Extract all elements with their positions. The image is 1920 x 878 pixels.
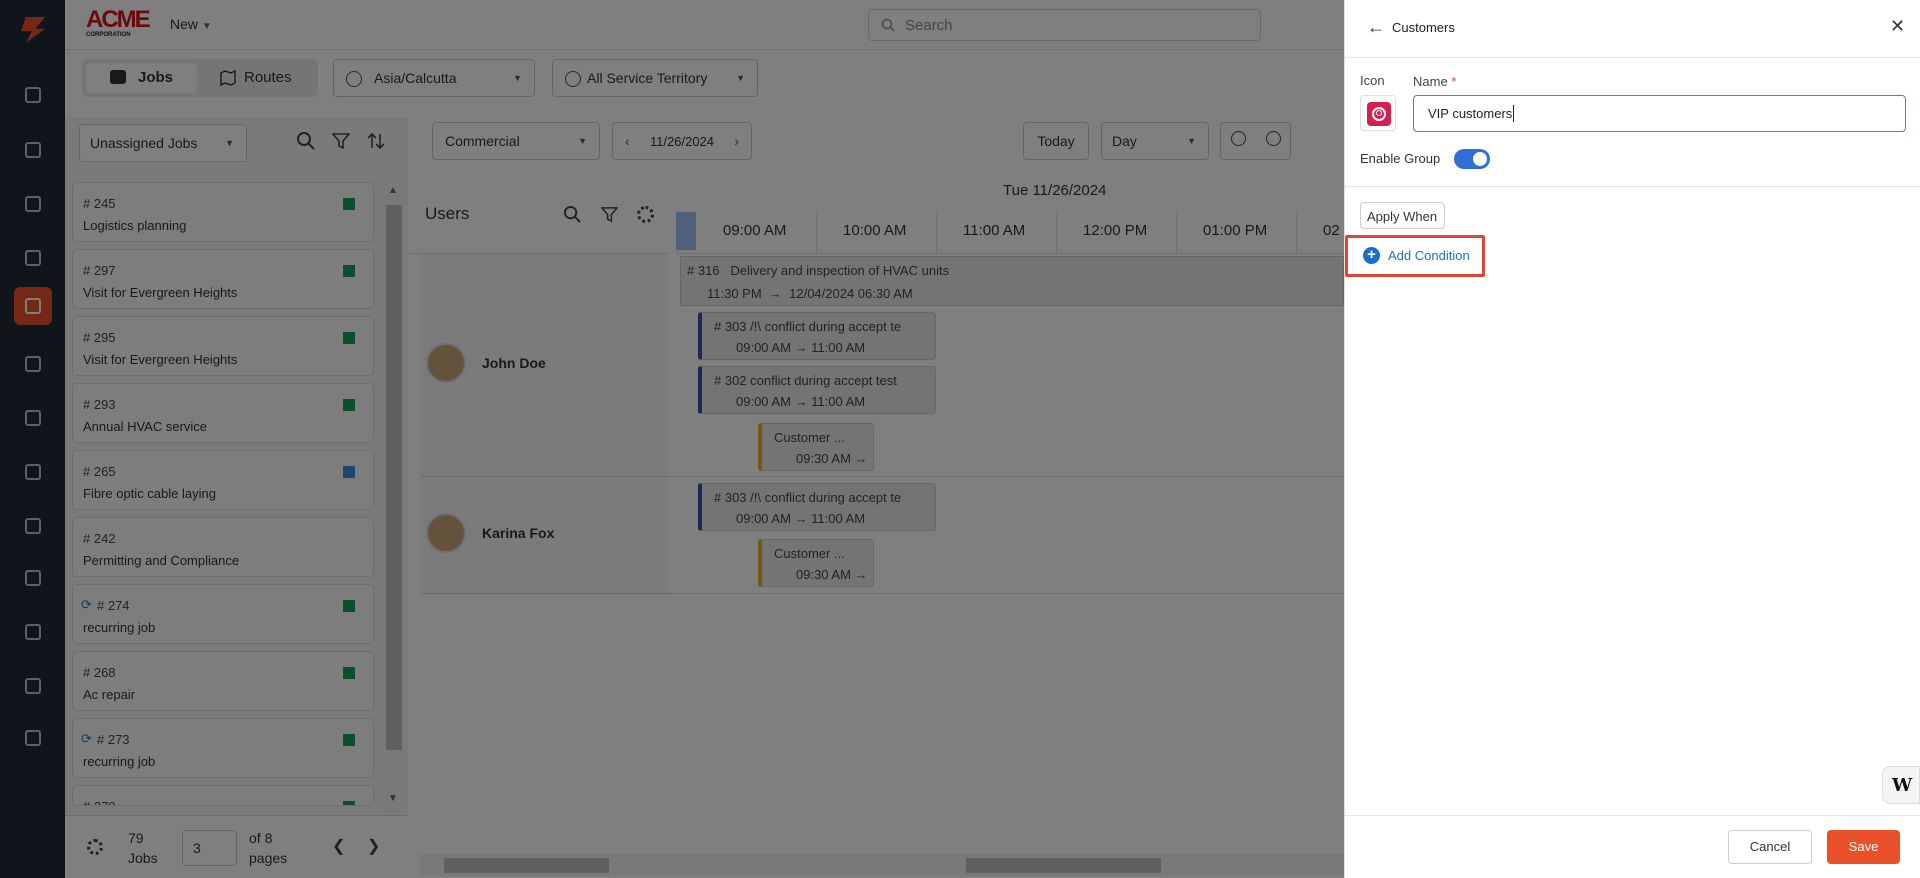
enable-group-toggle[interactable] <box>1454 149 1490 169</box>
customer-icon <box>1367 102 1391 126</box>
section-divider <box>1345 186 1920 187</box>
chat-widget-button[interactable]: W <box>1882 766 1920 804</box>
chat-widget-logo-icon: W <box>1892 775 1913 796</box>
name-input[interactable]: VIP customers <box>1413 95 1906 132</box>
plus-circle-icon: + <box>1363 247 1380 264</box>
name-label: Name * <box>1413 74 1457 89</box>
footer-divider <box>1345 815 1920 816</box>
save-button[interactable]: Save <box>1827 830 1900 864</box>
icon-picker[interactable] <box>1360 95 1396 131</box>
text-cursor <box>1513 105 1514 122</box>
back-arrow-icon[interactable]: ← <box>1367 17 1385 38</box>
add-condition-button[interactable]: + Add Condition <box>1363 246 1478 266</box>
customer-group-panel: ← Customers ✕ Icon Name * VIP customers … <box>1344 0 1920 878</box>
apply-when-button[interactable]: Apply When <box>1360 202 1445 229</box>
panel-title: Customers <box>1392 20 1455 35</box>
close-icon[interactable]: ✕ <box>1890 16 1905 37</box>
panel-header: ← Customers ✕ <box>1345 0 1920 58</box>
modal-backdrop[interactable] <box>0 0 1344 878</box>
cancel-button[interactable]: Cancel <box>1728 830 1812 864</box>
icon-label: Icon <box>1360 73 1385 88</box>
enable-group-label: Enable Group <box>1360 151 1441 166</box>
